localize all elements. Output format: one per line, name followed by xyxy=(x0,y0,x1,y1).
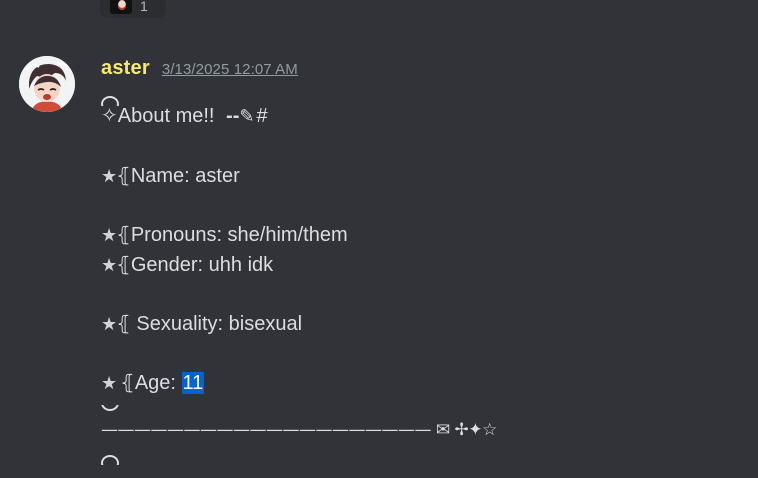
message-content: ✧About me!! --✎ # ★⦃Name: aster ★⦃Pronoun… xyxy=(101,86,721,465)
pronouns-text: Pronouns: she/him/them xyxy=(130,224,348,246)
star-bullet-icon: ★ xyxy=(101,225,117,246)
star-bullet-icon: ★ xyxy=(101,166,117,187)
hashtag: # xyxy=(256,105,268,127)
divider-line: ———————————————————— ✉ ✢✦☆ xyxy=(101,415,721,445)
sexuality-text: Sexuality: bisexual xyxy=(130,312,303,335)
bracket-icon: ⦃ xyxy=(116,222,131,246)
message-header: aster 3/13/2025 12:07 AM xyxy=(101,57,298,80)
sexuality-line: ★⦃ Sexuality: bisexual xyxy=(101,309,721,339)
avatar[interactable] xyxy=(19,56,75,112)
name-text: Name: aster xyxy=(130,165,240,187)
decor-arc-end xyxy=(101,445,721,465)
about-text: ✧About me!! xyxy=(101,105,215,127)
bracket-icon: ⦃ xyxy=(116,251,131,276)
gender-line: ★⦃Gender: uhh idk xyxy=(101,250,721,280)
about-line: ✧About me!! --✎ # xyxy=(101,102,721,132)
pencil-icon: ✎ xyxy=(239,106,255,127)
name-line: ★⦃Name: aster xyxy=(101,161,721,191)
bracket-icon: ⦃ xyxy=(116,310,131,335)
star-bullet-icon: ★ xyxy=(101,372,117,394)
timestamp[interactable]: 3/13/2025 12:07 AM xyxy=(162,61,298,78)
bracket-icon: ⦃ xyxy=(116,163,131,187)
age-line: ★ ⦃Age: 11 xyxy=(101,368,721,398)
divider-text: ———————————————————— ✉ ✢✦☆ xyxy=(101,420,497,440)
decor-arc-bottom xyxy=(101,399,721,415)
bracket-icon: ⦃ xyxy=(120,369,135,394)
anime-face-emoji-icon xyxy=(110,0,132,14)
chat-message: aster 3/13/2025 12:07 AM ✧About me!! --✎… xyxy=(0,50,758,478)
gender-text: Gender: uhh idk xyxy=(130,253,274,276)
about-suffix: -- xyxy=(226,105,240,127)
reaction-button[interactable]: 1 xyxy=(100,0,166,18)
avatar-image xyxy=(19,56,75,112)
age-text: Age: xyxy=(134,371,182,394)
arc-decoration-icon xyxy=(101,451,121,465)
decor-arc-top xyxy=(101,86,721,106)
star-bullet-icon: ★ xyxy=(101,254,117,276)
pronouns-line: ★⦃Pronouns: she/him/them xyxy=(101,220,721,250)
username[interactable]: aster xyxy=(101,57,150,80)
reaction-count: 1 xyxy=(140,0,148,14)
age-value-selected[interactable]: 11 xyxy=(181,371,205,394)
star-bullet-icon: ★ xyxy=(101,313,117,335)
